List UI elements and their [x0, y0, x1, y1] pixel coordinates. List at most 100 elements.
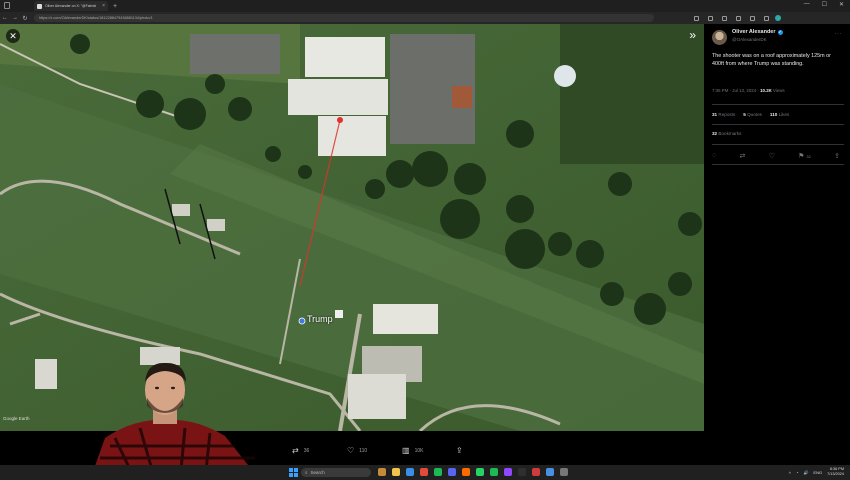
- avatar[interactable]: [712, 30, 727, 45]
- retweet-button[interactable]: ⇄ 36: [292, 446, 309, 455]
- url-field[interactable]: https://x.com/OAlexanderDK/status/181228…: [34, 14, 654, 22]
- divider: [712, 144, 844, 145]
- favorites-icon[interactable]: [722, 15, 727, 21]
- app-icon[interactable]: [378, 468, 386, 476]
- url-text: https://x.com/OAlexanderDK/status/181228…: [39, 16, 153, 20]
- bookmark-inline-count: 32: [806, 154, 811, 159]
- app-icon[interactable]: [532, 468, 540, 476]
- like-button[interactable]: ♡ 110: [347, 446, 367, 455]
- network-icon[interactable]: ◔: [796, 470, 798, 475]
- taskbar-apps: [378, 468, 568, 476]
- volume-icon[interactable]: 🔊: [803, 470, 808, 475]
- refresh-icon[interactable]: ↻: [20, 15, 30, 22]
- app-icon[interactable]: [518, 468, 526, 476]
- address-bar-row: ← → ↻ https://x.com/OAlexanderDK/status/…: [0, 12, 850, 24]
- author-name-row[interactable]: Oliver Alexander ✓: [732, 29, 783, 35]
- bookmark-icon: ⚑: [798, 153, 805, 160]
- tweet-views-label: Views: [771, 88, 785, 93]
- author-name: Oliver Alexander: [732, 29, 776, 35]
- expand-panel-icon[interactable]: »: [689, 28, 696, 42]
- likes-label: Likes: [778, 112, 790, 117]
- close-window-button[interactable]: ✕: [839, 1, 844, 8]
- tweet-views-count: 10.2K: [760, 88, 772, 93]
- extension-icon[interactable]: [708, 15, 713, 21]
- forward-icon[interactable]: →: [10, 15, 20, 21]
- divider: [712, 124, 844, 125]
- taskbar-clock[interactable]: 8:36 PM 7/13/2024: [827, 467, 844, 477]
- maximize-button[interactable]: ☐: [822, 1, 827, 8]
- tweet-text: The shooter was on a roof approximately …: [712, 53, 831, 67]
- minimize-button[interactable]: —: [804, 1, 810, 8]
- likes-stat[interactable]: 110 Likes: [770, 112, 789, 117]
- engagement-stats: 31 Reposts 5 Quotes 110 Likes: [712, 112, 789, 117]
- more-options-icon[interactable]: ···: [835, 31, 843, 37]
- x-favicon-icon: [37, 3, 42, 9]
- bookmarks-count: 32: [712, 131, 718, 136]
- app-icon[interactable]: [462, 468, 470, 476]
- heart-icon: ♡: [347, 446, 355, 455]
- likes-count: 110: [769, 112, 778, 117]
- views-count: 10K: [414, 447, 424, 454]
- spotify-icon[interactable]: [490, 468, 498, 476]
- edge-icon[interactable]: [406, 468, 414, 476]
- tweet-meta: 7:36 PM · Jul 13, 2024 · 10.2K Views: [712, 88, 785, 93]
- chevron-up-icon[interactable]: ˄: [789, 470, 791, 475]
- map-label: Trump: [307, 314, 333, 324]
- app-icon[interactable]: [560, 468, 568, 476]
- divider: [712, 164, 844, 165]
- share-icon[interactable]: ⇪: [834, 152, 840, 160]
- share-icon: ⇪: [456, 446, 463, 455]
- quotes-stat[interactable]: 5 Quotes: [743, 112, 762, 117]
- webcam-overlay: [85, 358, 265, 480]
- reposts-label: Reposts: [718, 112, 736, 117]
- collections-icon[interactable]: [736, 15, 741, 21]
- author-handle[interactable]: @OAlexanderDK: [732, 37, 767, 42]
- map-credit: Google Earth: [3, 416, 30, 421]
- system-tray: ˄ ◔ 🔊 ENG 8:36 PM 7/13/2024: [789, 467, 844, 477]
- back-icon[interactable]: ←: [0, 15, 10, 21]
- bookmark-button[interactable]: ⚑ 32: [798, 152, 811, 160]
- spotify-icon[interactable]: [434, 468, 442, 476]
- taskbar: ⌕ Search ˄ ◔ 🔊 ENG 8:36 PM 7/13/2024: [0, 465, 850, 480]
- whatsapp-icon[interactable]: [476, 468, 484, 476]
- bookmarks-stat[interactable]: 32 Bookmarks: [712, 131, 741, 136]
- shooter-marker-icon: [337, 117, 343, 123]
- close-media-button[interactable]: ✕: [6, 29, 20, 43]
- browser-tab-strip: Oliver Alexander on X: "@Fabrizi × + — ☐…: [0, 0, 850, 12]
- tweet-timestamp[interactable]: 7:36 PM · Jul 13, 2024 ·: [712, 88, 760, 93]
- desktop-screen: Oliver Alexander on X: "@Fabrizi × + — ☐…: [0, 0, 850, 480]
- reposts-stat[interactable]: 31 Reposts: [712, 112, 735, 117]
- clock-date: 7/13/2024: [827, 472, 844, 476]
- tweet-panel: Oliver Alexander ✓ @OAlexanderDK ··· The…: [704, 24, 850, 465]
- retweet-icon: ⇄: [292, 446, 299, 455]
- retweet-icon[interactable]: ⇄: [739, 152, 745, 160]
- extension-icons: [694, 15, 769, 21]
- tab-close-icon[interactable]: ×: [102, 3, 105, 9]
- extension-icon[interactable]: [694, 15, 699, 21]
- views-button[interactable]: ▥ 10K: [402, 446, 423, 455]
- discord-icon[interactable]: [448, 468, 456, 476]
- language-indicator[interactable]: ENG: [813, 470, 822, 475]
- app-icon[interactable]: [546, 468, 554, 476]
- browser-tab[interactable]: Oliver Alexander on X: "@Fabrizi ×: [34, 1, 108, 11]
- profile-icon[interactable]: [750, 15, 755, 21]
- location-pin-icon: [298, 317, 306, 325]
- share-button[interactable]: ⇪: [456, 446, 463, 455]
- divider: [712, 104, 844, 105]
- reply-icon[interactable]: ◌: [712, 152, 716, 160]
- streamer-webcam-image: [90, 362, 260, 480]
- copilot-icon[interactable]: [775, 15, 781, 21]
- window-controls: — ☐ ✕: [804, 1, 844, 8]
- windows-start-icon[interactable]: [289, 468, 298, 477]
- tab-actions-icon[interactable]: [4, 2, 10, 9]
- app-icon[interactable]: [420, 468, 428, 476]
- twitch-icon[interactable]: [504, 468, 512, 476]
- browser-tab-title: Oliver Alexander on X: "@Fabrizi: [45, 4, 97, 8]
- taskbar-search-input[interactable]: ⌕ Search: [301, 468, 371, 477]
- verified-badge-icon: ✓: [777, 29, 783, 35]
- heart-icon[interactable]: ♡: [769, 152, 775, 160]
- new-tab-button[interactable]: +: [113, 3, 117, 10]
- menu-icon[interactable]: [764, 15, 769, 21]
- analytics-icon: ▥: [402, 446, 410, 455]
- folder-icon[interactable]: [392, 468, 400, 476]
